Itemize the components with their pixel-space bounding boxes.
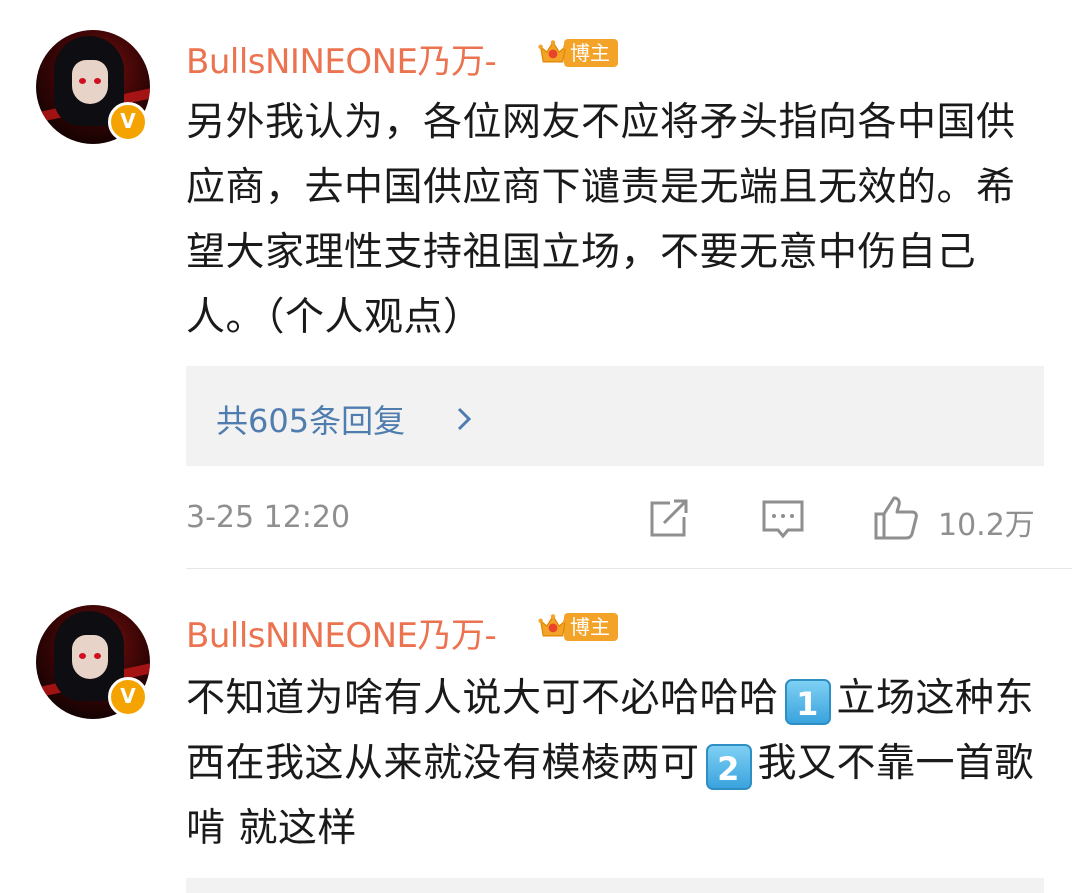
- username[interactable]: BullsNINEONE乃万-: [186, 34, 497, 83]
- like-count: 10.2万: [938, 508, 1035, 543]
- chevron-right-icon: [457, 407, 472, 431]
- thumbs-up-icon[interactable]: [872, 494, 920, 542]
- verified-v-icon: V: [108, 677, 148, 717]
- comment-time: 3-25 12:20: [186, 500, 351, 535]
- keycap-two-emoji: 2: [705, 744, 752, 790]
- blogger-badge: 博主: [538, 36, 618, 70]
- comment-text: 另外我认为，各位网友不应将矛头指向各中国供应商，去中国供应商下谴责是无端且无效的…: [186, 100, 1016, 340]
- blogger-badge: 博主: [538, 610, 618, 644]
- replies-link[interactable]: 共605条回复: [216, 396, 405, 442]
- keycap-one-emoji: 1: [784, 679, 831, 725]
- verified-v-icon: V: [108, 102, 148, 142]
- comment-text-part: 不知道为啥有人说大可不必哈哈哈: [186, 676, 779, 721]
- crown-icon: [538, 40, 568, 63]
- comment-text: 不知道为啥有人说大可不必哈哈哈 1 立场这种东西在我这从来就没有模棱两可 2 我又不靠一…: [186, 666, 1036, 861]
- badge-label: 博主: [564, 39, 618, 67]
- badge-label: 博主: [564, 613, 618, 641]
- repost-icon[interactable]: [646, 497, 690, 541]
- divider: [186, 568, 1072, 569]
- replies-panel[interactable]: [186, 878, 1044, 893]
- crown-icon: [538, 614, 568, 637]
- comment-icon[interactable]: [760, 498, 806, 542]
- username[interactable]: BullsNINEONE乃万-: [186, 608, 497, 657]
- replies-panel[interactable]: 共605条回复: [186, 366, 1044, 466]
